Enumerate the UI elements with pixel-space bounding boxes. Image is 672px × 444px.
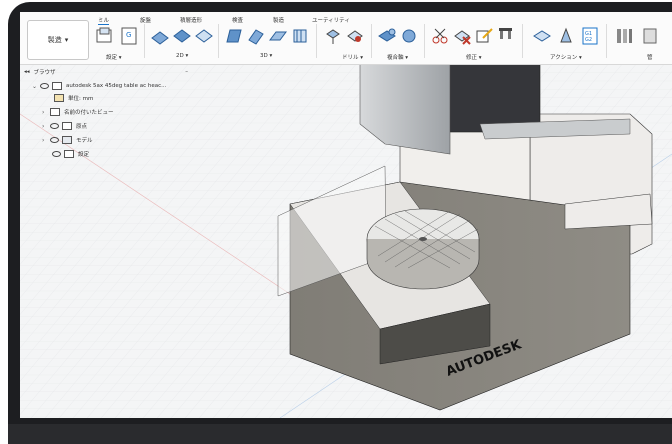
collapse-arrows-icon[interactable]: ◂◂ [24, 69, 30, 75]
group-manage[interactable]: 管 [647, 53, 653, 61]
delete-toolpath-icon[interactable] [452, 26, 472, 46]
folder-icon [50, 108, 60, 116]
new-setup-icon[interactable] [95, 26, 115, 46]
edit-notes-icon[interactable] [474, 26, 494, 46]
units-label: 単位: mm [68, 96, 94, 102]
tab-turning[interactable]: 旋盤 [140, 16, 151, 24]
group-drill[interactable]: ドリル ▾ [342, 53, 363, 61]
browser-item-document[interactable]: ⌄ autodesk 5ax 45deg table ac heac... [32, 80, 166, 92]
separator [522, 24, 523, 58]
group-3d[interactable]: 3D ▾ [260, 53, 272, 59]
browser-item-settings[interactable]: 設定 [52, 148, 89, 160]
3d-steep-shallow-icon[interactable] [268, 26, 288, 46]
settings-icon [64, 150, 74, 158]
tab-utilities[interactable]: ユーティリティ [312, 16, 350, 24]
tab-mill[interactable]: ミル [98, 16, 110, 25]
multi-axis-contour-icon[interactable] [399, 26, 419, 46]
browser-item-models[interactable]: › モデル [42, 134, 93, 146]
tab-inspection[interactable]: 検査 [232, 16, 243, 24]
chevron-right-icon[interactable]: › [42, 109, 50, 116]
svg-text:G2: G2 [585, 37, 592, 43]
simulate-with-machine-icon[interactable] [556, 26, 576, 46]
multi-axis-swarf-icon[interactable] [377, 26, 397, 46]
chevron-right-icon[interactable]: › [42, 123, 50, 130]
named-views-label: 名前の付いたビュー [64, 110, 114, 116]
folder-icon [62, 122, 72, 130]
browser-title: ブラウザ [33, 70, 56, 76]
separator [316, 24, 317, 58]
tab-fabrication[interactable]: 製造 [273, 16, 284, 24]
separator [144, 24, 145, 58]
drill-icon[interactable] [323, 26, 343, 46]
tab-additive[interactable]: 積層造形 [180, 16, 202, 24]
origin-label: 原点 [76, 124, 88, 130]
app-screen: AUTODESK 製造 ▾ ミル 旋盤 積層造形 検査 製造 ユーティリティ G… [20, 12, 672, 418]
2d-pocket-icon[interactable] [172, 26, 192, 46]
chevron-down-icon[interactable]: ⌄ [32, 83, 40, 90]
3d-parallel-icon[interactable] [290, 26, 310, 46]
browser-item-origin[interactable]: › 原点 [42, 120, 87, 132]
separator [606, 24, 607, 58]
workspace-switcher[interactable]: 製造 ▾ [27, 20, 89, 60]
chevron-down-icon: ▾ [64, 36, 69, 44]
document-name: autodesk 5ax 45deg table ac heac... [66, 83, 167, 89]
2d-adaptive-icon[interactable] [150, 26, 170, 46]
post-process-icon[interactable]: G1G2 [580, 26, 600, 46]
scissors-icon[interactable] [430, 26, 450, 46]
hole-recognition-icon[interactable] [345, 26, 365, 46]
models-label: モデル [76, 138, 93, 144]
setup-sheet-icon[interactable]: G [119, 26, 139, 46]
ribbon-toolbar: 製造 ▾ ミル 旋盤 積層造形 検査 製造 ユーティリティ G 設定 ▾ 2D … [20, 12, 672, 65]
3d-adaptive-icon[interactable] [224, 26, 244, 46]
group-modify[interactable]: 修正 ▾ [466, 53, 482, 61]
2d-contour-icon[interactable] [194, 26, 214, 46]
manage-tools-icon[interactable] [614, 26, 634, 46]
tool-library-icon[interactable] [496, 26, 516, 46]
separator [218, 24, 219, 58]
separator [371, 24, 372, 58]
chevron-right-icon[interactable]: › [42, 137, 50, 144]
group-setup[interactable]: 設定 ▾ [106, 53, 122, 61]
browser-item-units[interactable]: 単位: mm [54, 92, 93, 104]
group-actions[interactable]: アクション ▾ [550, 53, 582, 61]
browser-panel: ◂◂ ブラウザ – ⌄ autodesk 5ax 45deg table ac … [20, 64, 200, 174]
3d-pocket-icon[interactable] [246, 26, 266, 46]
laptop-chin [8, 424, 672, 444]
model-icon [62, 136, 72, 144]
settings-label: 設定 [78, 152, 90, 158]
units-icon [54, 94, 64, 102]
group-multi-axis[interactable]: 複合軸 ▾ [387, 53, 408, 61]
eye-icon[interactable] [40, 83, 49, 89]
workspace-label: 製造 [47, 36, 62, 44]
document-icon [52, 82, 62, 90]
browser-header: ◂◂ ブラウザ – [24, 66, 188, 78]
manage-extra-icon[interactable] [640, 26, 660, 46]
group-2d[interactable]: 2D ▾ [176, 53, 188, 59]
browser-collapse-button[interactable]: – [185, 69, 188, 75]
browser-item-named-views[interactable]: › 名前の付いたビュー [42, 106, 114, 118]
separator [424, 24, 425, 58]
eye-icon[interactable] [50, 137, 59, 143]
eye-icon[interactable] [52, 151, 61, 157]
eye-icon[interactable] [50, 123, 59, 129]
simulate-icon[interactable] [532, 26, 552, 46]
svg-text:G: G [126, 31, 131, 39]
